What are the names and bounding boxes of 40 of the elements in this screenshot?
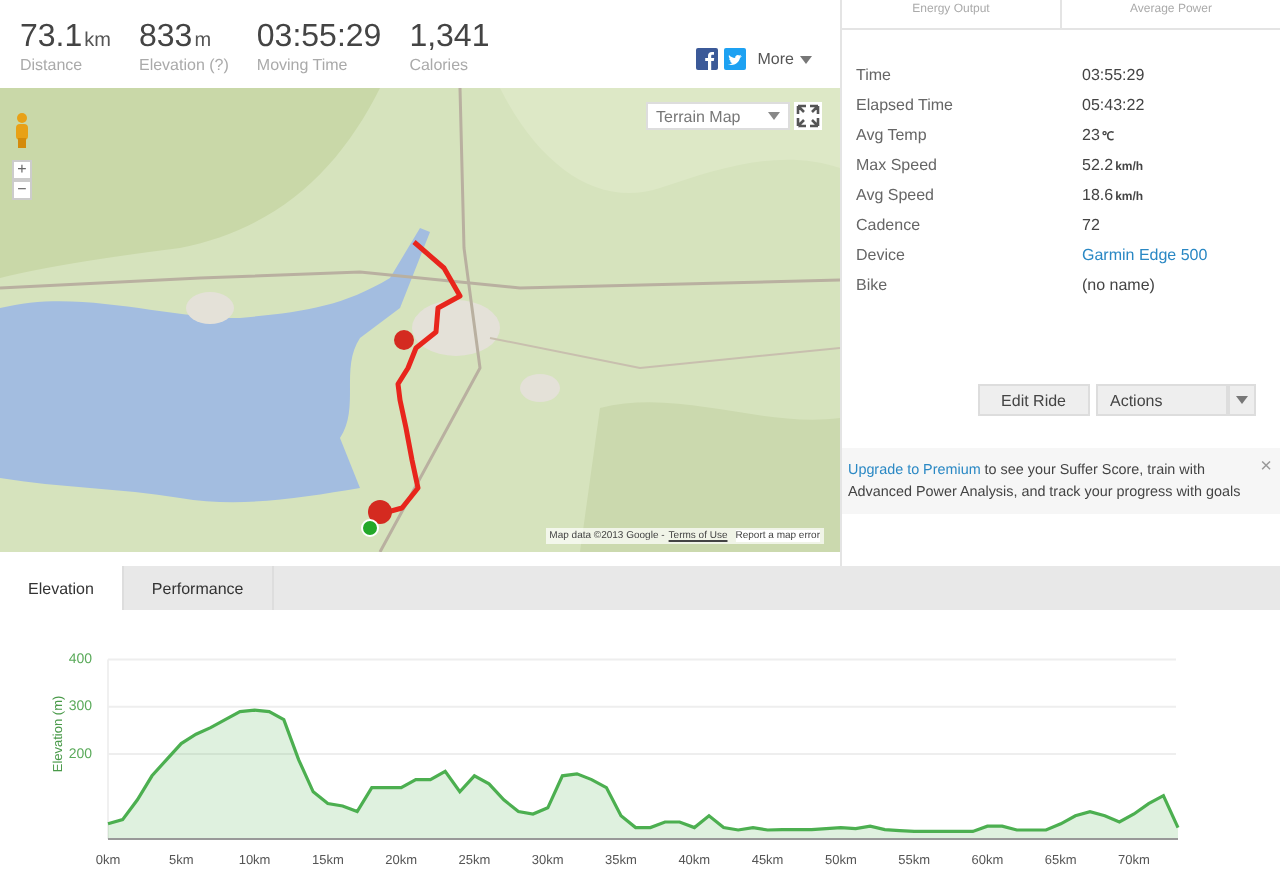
edit-ride-button[interactable]: Edit Ride — [977, 384, 1090, 416]
detail-value: 03:55:29 — [1082, 66, 1145, 84]
caret-icon — [1236, 396, 1248, 404]
detail-label: Avg Speed — [856, 186, 936, 204]
fullscreen-icon[interactable] — [794, 102, 822, 130]
stat-unit: m — [194, 30, 212, 52]
stat-label: Calories — [409, 56, 471, 74]
detail-value: (no name) — [1082, 276, 1155, 294]
stat-value: 833 — [138, 20, 193, 54]
detail-label: Bike — [856, 276, 890, 294]
stat-unit: km — [84, 30, 111, 52]
stat-value: 03:55:29 — [256, 20, 382, 54]
stat-label: Moving Time — [256, 56, 350, 74]
twitter-icon[interactable] — [723, 48, 746, 70]
detail-value: 52.2 — [1082, 156, 1114, 174]
detail-label: Elapsed Time — [856, 96, 955, 114]
detail-value: 23 — [1082, 126, 1100, 144]
facebook-icon[interactable] — [695, 48, 718, 70]
zoom-in-button[interactable]: + — [12, 160, 32, 180]
detail-label: Device — [856, 246, 907, 264]
caret-icon — [768, 112, 780, 120]
chart-tab[interactable]: Elevation — [0, 566, 124, 610]
detail-value: 05:43:22 — [1082, 96, 1145, 114]
stat-label: Distance — [20, 56, 85, 74]
device-link[interactable]: Garmin Edge 500 — [1082, 246, 1208, 264]
detail-label: Max Speed — [856, 156, 939, 174]
detail-value: 72 — [1082, 216, 1100, 234]
map-type-select[interactable]: Terrain Map — [646, 102, 790, 130]
detail-label: Cadence — [856, 216, 923, 234]
stat-value: 1,341 — [409, 20, 490, 54]
detail-label: Avg Temp — [856, 126, 929, 144]
actions-dropdown-button[interactable] — [1228, 384, 1256, 416]
detail-label: Time — [856, 66, 893, 84]
more-button[interactable]: More — [751, 50, 812, 68]
stat-label: Elevation (?) — [138, 56, 229, 74]
detail-value: 18.6 — [1082, 186, 1114, 204]
caret-icon — [800, 55, 812, 63]
zoom-out-button[interactable]: − — [12, 180, 32, 200]
actions-button[interactable]: Actions — [1096, 384, 1228, 416]
stat-value: 73.1 — [20, 20, 83, 54]
